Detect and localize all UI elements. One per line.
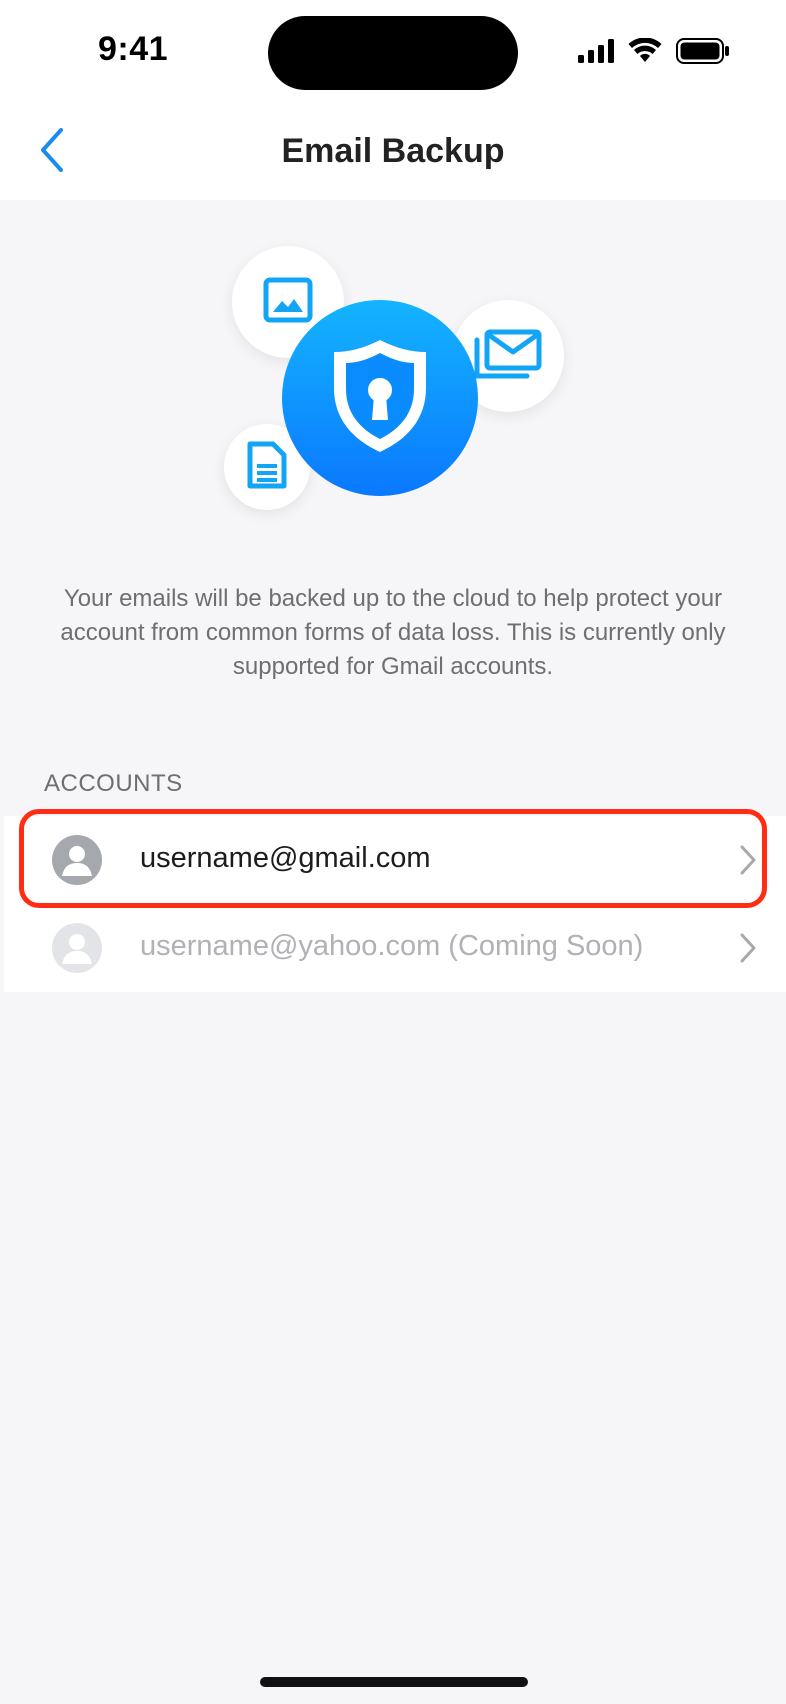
account-label: username@yahoo.com (Coming Soon): [140, 930, 644, 962]
dynamic-island: [268, 16, 518, 90]
battery-icon: [676, 38, 730, 69]
hero-illustration: [0, 200, 786, 520]
account-label: username@gmail.com: [140, 842, 431, 874]
description-text: Your emails will be backed up to the clo…: [60, 585, 726, 680]
avatar-icon: [51, 922, 103, 974]
chevron-right-icon: [738, 932, 758, 964]
cellular-signal-icon: [578, 39, 614, 68]
status-time: 9:41: [98, 30, 169, 68]
avatar-icon: [51, 834, 103, 886]
page-title: Email Backup: [281, 132, 505, 170]
chevron-right-icon: [738, 844, 758, 876]
wifi-icon: [628, 37, 662, 69]
status-icons: [578, 37, 730, 69]
home-indicator: [260, 1677, 528, 1687]
image-icon: [263, 277, 313, 328]
account-row-yahoo[interactable]: username@yahoo.com (Coming Soon): [4, 904, 786, 992]
navigation-bar: Email Backup: [0, 104, 786, 200]
mail-icon: [473, 328, 543, 385]
shield-lock-icon: [330, 336, 430, 461]
document-icon: [247, 441, 287, 494]
status-bar: 9:41: [0, 0, 786, 104]
account-row-gmail[interactable]: username@gmail.com: [4, 816, 786, 904]
shield-circle: [282, 300, 478, 496]
section-title-accounts: ACCOUNTS: [44, 770, 183, 797]
accounts-list: username@gmail.com username@yahoo.com (C…: [4, 816, 786, 992]
